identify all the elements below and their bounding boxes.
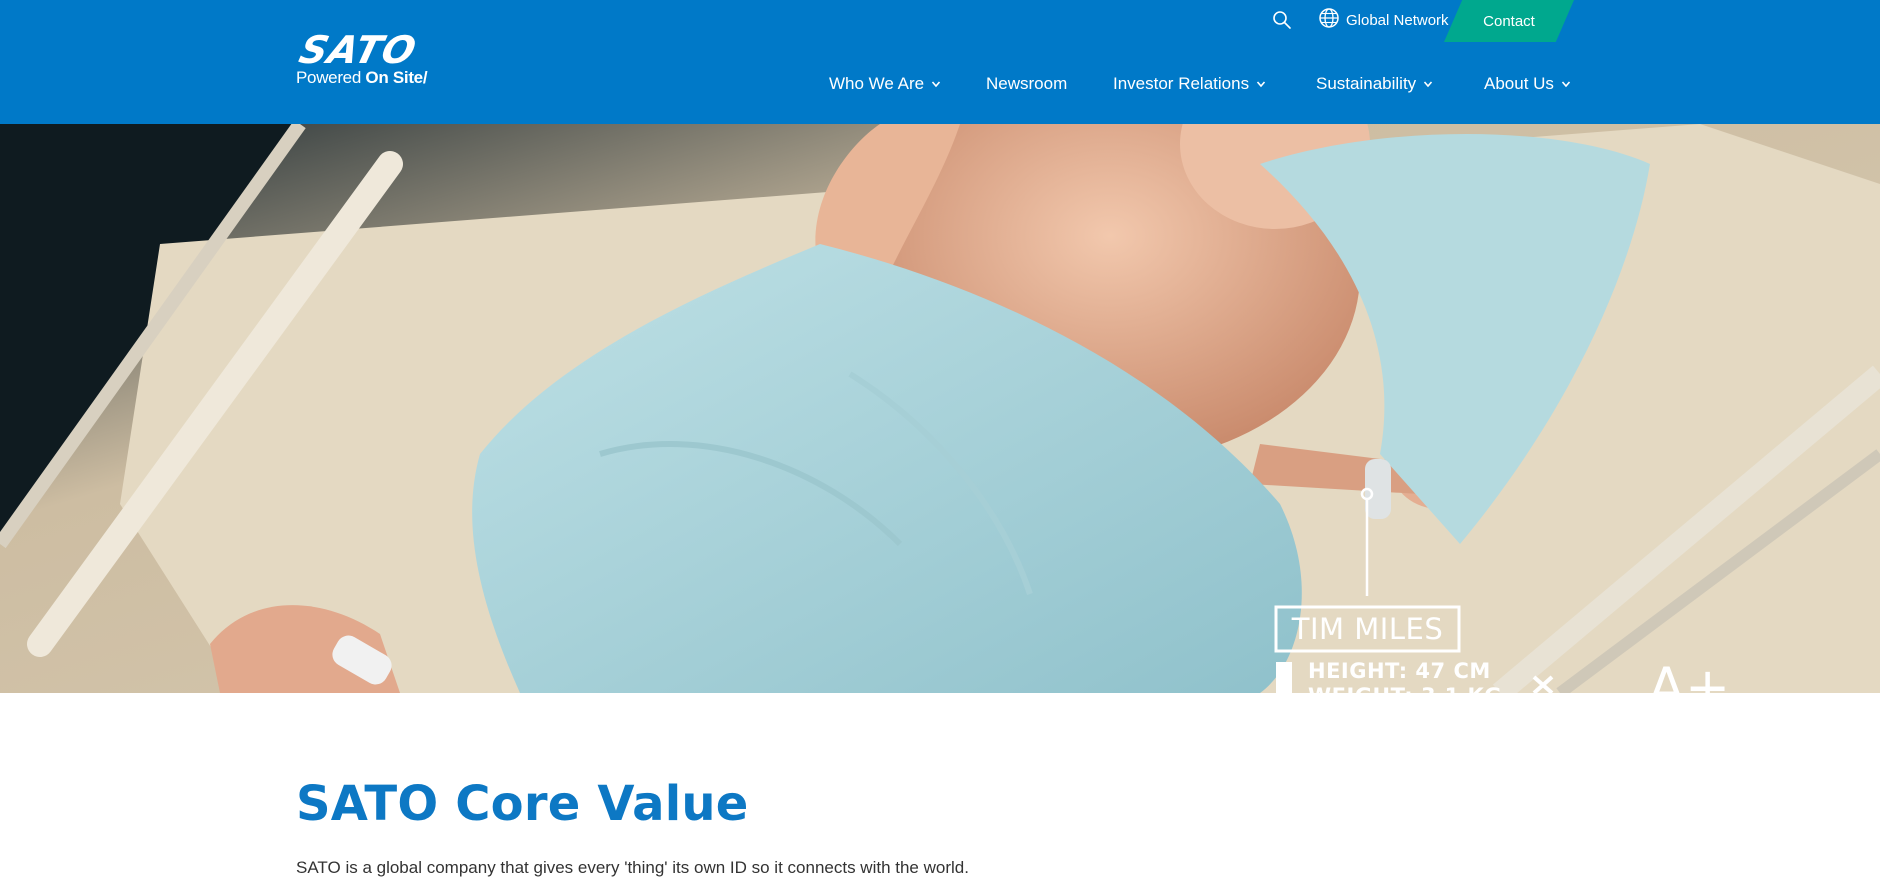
nav-about-us[interactable]: About Us xyxy=(1484,70,1572,98)
global-network-link[interactable]: Global Network xyxy=(1318,8,1449,32)
global-network-label: Global Network xyxy=(1346,11,1449,29)
logo-wordmark: SATO xyxy=(295,28,422,72)
hud-name-label: TIM MILES xyxy=(1291,612,1444,646)
hud-height-label: HEIGHT: 47 CM xyxy=(1308,659,1491,683)
chevron-down-icon xyxy=(1256,81,1266,88)
main-nav: Who We Are Newsroom Investor Relations S… xyxy=(0,70,1880,98)
nav-investor-relations[interactable]: Investor Relations xyxy=(1113,70,1267,98)
nav-who-we-are[interactable]: Who We Are xyxy=(829,70,942,98)
nav-newsroom[interactable]: Newsroom xyxy=(986,70,1067,98)
search-icon[interactable] xyxy=(1270,8,1294,32)
globe-icon xyxy=(1318,7,1340,33)
page-title: SATO Core Value xyxy=(296,776,749,832)
hud-blood-type: A+ xyxy=(1648,656,1731,693)
hero-newborn-image xyxy=(0,124,1880,693)
chevron-down-icon xyxy=(1561,81,1571,88)
chevron-down-icon xyxy=(1424,81,1433,88)
nav-sustainability[interactable]: Sustainability xyxy=(1316,70,1434,98)
hud-weight-label: WEIGHT: 3.1 KG xyxy=(1308,684,1502,693)
chevron-down-icon xyxy=(932,81,941,88)
contact-button[interactable]: Contact xyxy=(1444,0,1574,42)
site-header: SATO Powered On Site/ Global Network Con… xyxy=(0,0,1880,124)
intro-text: SATO is a global company that gives ever… xyxy=(296,858,969,877)
hero-banner: TIM MILES HEIGHT: 47 CM WEIGHT: 3.1 KG A… xyxy=(0,124,1880,693)
